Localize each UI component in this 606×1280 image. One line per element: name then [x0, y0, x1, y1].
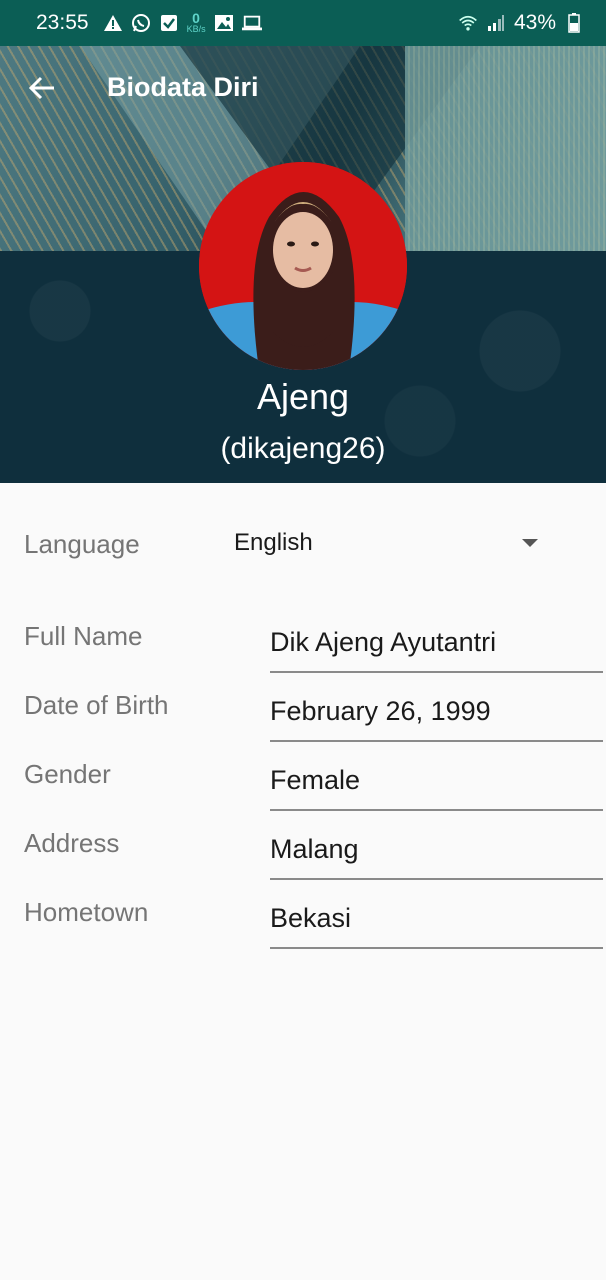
whatsapp-icon: [131, 13, 151, 33]
net-speed-unit: KB/s: [186, 24, 206, 34]
notification-icons: 0 KB/s: [103, 11, 262, 34]
field-row-date-of-birth: Date of Birth February 26, 1999: [0, 690, 606, 750]
signal-icon: [486, 13, 506, 33]
status-time: 23:55: [36, 11, 89, 34]
image-icon: [214, 13, 234, 33]
back-button[interactable]: [22, 68, 62, 108]
field-label: Address: [24, 828, 120, 858]
field-label: Full Name: [24, 621, 143, 651]
battery-icon: [564, 13, 584, 33]
hometown-field[interactable]: Bekasi: [270, 901, 603, 949]
alert-icon: [103, 13, 123, 33]
laptop-icon: [241, 13, 262, 33]
profile-username: (dikajeng26): [220, 432, 386, 465]
full-name-field[interactable]: Dik Ajeng Ayutantri: [270, 625, 603, 673]
status-bar: 23:55 0 KB/s 43%: [0, 0, 606, 46]
check-box-icon: [159, 13, 179, 33]
wifi-icon: [458, 13, 478, 33]
gender-field[interactable]: Female: [270, 763, 603, 811]
battery-percent: 43%: [513, 11, 556, 34]
field-label: Date of Birth: [24, 690, 169, 720]
arrow-left-icon: [28, 76, 54, 100]
language-dropdown[interactable]: English: [234, 520, 554, 566]
language-selected: English: [234, 529, 313, 556]
field-label: Hometown: [24, 897, 149, 927]
chevron-down-icon: [522, 539, 538, 547]
field-row-address: Address Malang: [0, 828, 606, 888]
page-title: Biodata Diri: [107, 72, 259, 102]
field-label: Gender: [24, 759, 111, 789]
profile-header: Biodata Diri Ajeng (dikajeng26): [0, 46, 606, 483]
field-row-hometown: Hometown Bekasi: [0, 897, 606, 957]
date-of-birth-field[interactable]: February 26, 1999: [270, 694, 603, 742]
profile-name: Ajeng: [256, 376, 350, 417]
system-icons: 43%: [458, 11, 584, 35]
address-field[interactable]: Malang: [270, 832, 603, 880]
language-label: Language: [24, 529, 140, 559]
avatar: [199, 162, 407, 370]
field-row-gender: Gender Female: [0, 759, 606, 819]
net-speed-icon: 0 KB/s: [186, 11, 206, 34]
field-row-full-name: Full Name Dik Ajeng Ayutantri: [0, 621, 606, 681]
